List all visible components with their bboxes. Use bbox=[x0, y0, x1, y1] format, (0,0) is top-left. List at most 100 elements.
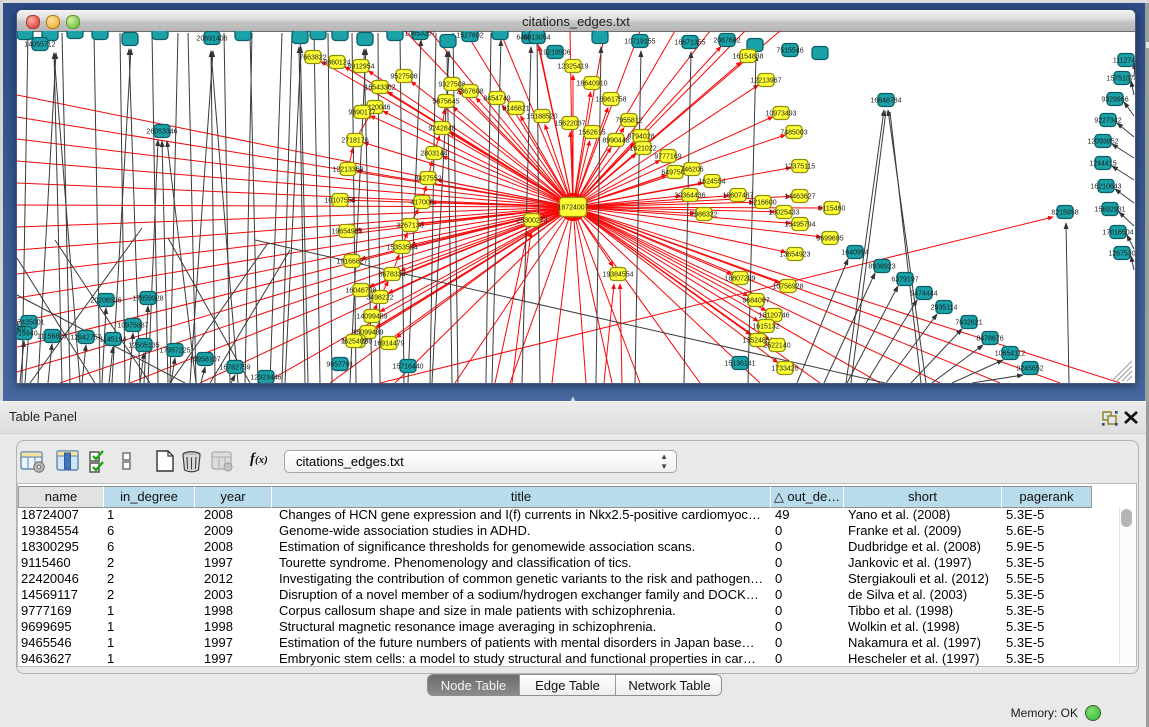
svg-text:14463627: 14463627 bbox=[784, 193, 815, 200]
svg-text:417006: 417006 bbox=[410, 199, 433, 206]
svg-text:15136141: 15136141 bbox=[724, 360, 755, 367]
svg-text:10025433: 10025433 bbox=[768, 209, 799, 216]
svg-text:1624554: 1624554 bbox=[698, 178, 725, 185]
svg-text:19654983: 19654983 bbox=[331, 228, 362, 235]
svg-text:1112740: 1112740 bbox=[1113, 57, 1135, 64]
svg-text:17859928: 17859928 bbox=[132, 295, 163, 302]
svg-text:9684067: 9684067 bbox=[742, 297, 769, 304]
svg-text:7986322: 7986322 bbox=[690, 211, 717, 218]
svg-text:12213967: 12213967 bbox=[750, 77, 781, 84]
svg-text:10853257: 10853257 bbox=[404, 31, 435, 37]
svg-text:17957225: 17957225 bbox=[159, 347, 190, 354]
svg-text:2367608: 2367608 bbox=[456, 88, 483, 95]
svg-text:14099489: 14099489 bbox=[356, 313, 387, 320]
svg-text:8912954: 8912954 bbox=[347, 63, 374, 70]
svg-text:2522140: 2522140 bbox=[763, 342, 790, 349]
svg-text:16782759: 16782759 bbox=[219, 364, 250, 371]
svg-text:15188520: 15188520 bbox=[526, 113, 557, 120]
svg-text:12942757: 12942757 bbox=[70, 334, 101, 341]
svg-text:15716440: 15716440 bbox=[392, 363, 423, 370]
svg-text:2718176: 2718176 bbox=[341, 137, 368, 144]
svg-text:7515546: 7515546 bbox=[776, 47, 803, 54]
svg-text:15692931: 15692931 bbox=[1094, 206, 1125, 213]
svg-text:20206536: 20206536 bbox=[90, 297, 121, 304]
svg-text:9329966: 9329966 bbox=[1101, 96, 1128, 103]
svg-text:9115460: 9115460 bbox=[819, 205, 846, 212]
svg-text:1145194: 1145194 bbox=[100, 336, 127, 343]
svg-text:2087682: 2087682 bbox=[713, 37, 740, 44]
svg-text:9657791: 9657791 bbox=[326, 361, 353, 368]
svg-text:16543362: 16543362 bbox=[364, 84, 395, 91]
svg-text:10756928: 10756928 bbox=[772, 283, 803, 290]
svg-text:16210643: 16210643 bbox=[1090, 183, 1121, 190]
svg-text:6216600: 6216600 bbox=[749, 199, 776, 206]
svg-text:746206: 746206 bbox=[680, 166, 703, 173]
svg-text:1733426: 1733426 bbox=[771, 365, 798, 372]
svg-text:9527508: 9527508 bbox=[390, 73, 417, 80]
svg-text:5875645: 5875645 bbox=[432, 98, 459, 105]
svg-text:7485003: 7485003 bbox=[780, 129, 807, 136]
svg-text:16154838: 16154838 bbox=[732, 53, 763, 60]
svg-text:6379197: 6379197 bbox=[891, 276, 918, 283]
svg-text:8813054: 8813054 bbox=[523, 34, 550, 41]
svg-text:10107553: 10107553 bbox=[324, 197, 355, 204]
svg-text:9699695: 9699695 bbox=[816, 235, 843, 242]
svg-text:7625402: 7625402 bbox=[340, 338, 367, 345]
svg-text:3498222: 3498222 bbox=[366, 294, 393, 301]
svg-text:1267530: 1267530 bbox=[1108, 250, 1135, 257]
svg-text:10719155: 10719155 bbox=[624, 38, 655, 45]
svg-text:7632621: 7632621 bbox=[955, 319, 982, 326]
svg-text:15622037: 15622037 bbox=[554, 120, 585, 127]
svg-text:20364436: 20364436 bbox=[674, 192, 705, 199]
svg-text:10751520: 10751520 bbox=[17, 325, 26, 332]
svg-text:16914479: 16914479 bbox=[373, 340, 404, 347]
svg-text:8938923: 8938923 bbox=[868, 263, 895, 270]
svg-text:8454749: 8454749 bbox=[483, 95, 510, 102]
svg-text:8990448: 8990448 bbox=[602, 137, 629, 144]
svg-text:12923446: 12923446 bbox=[250, 374, 281, 381]
svg-text:9242848: 9242848 bbox=[428, 125, 455, 132]
svg-text:17016504: 17016504 bbox=[1102, 229, 1133, 236]
svg-text:12093852: 12093852 bbox=[1087, 138, 1118, 145]
svg-text:12325419: 12325419 bbox=[557, 63, 588, 70]
svg-text:8427552: 8427552 bbox=[414, 175, 441, 182]
svg-text:16046798: 16046798 bbox=[345, 287, 376, 294]
svg-text:9890177: 9890177 bbox=[348, 109, 375, 116]
svg-text:20691406: 20691406 bbox=[196, 35, 227, 42]
svg-text:15353594: 15353594 bbox=[386, 244, 417, 251]
svg-text:19218506: 19218506 bbox=[539, 49, 570, 56]
svg-text:13654923: 13654923 bbox=[779, 251, 810, 258]
svg-text:10654112: 10654112 bbox=[995, 350, 1026, 357]
svg-text:19384554: 19384554 bbox=[602, 271, 633, 278]
svg-text:1562615: 1562615 bbox=[578, 129, 605, 136]
svg-text:16607487: 16607487 bbox=[722, 192, 753, 199]
svg-text:10973493: 10973493 bbox=[765, 110, 796, 117]
svg-text:3267130: 3267130 bbox=[396, 222, 423, 229]
svg-text:8215958: 8215958 bbox=[1051, 209, 1078, 216]
svg-text:16648784: 16648784 bbox=[870, 97, 901, 104]
svg-text:26053346: 26053346 bbox=[146, 128, 177, 135]
svg-text:1527602: 1527602 bbox=[456, 32, 483, 39]
svg-text:12213369: 12213369 bbox=[332, 166, 363, 173]
svg-text:13495794: 13495794 bbox=[784, 221, 815, 228]
svg-text:12375115: 12375115 bbox=[785, 163, 816, 170]
svg-text:9794028: 9794028 bbox=[627, 133, 654, 140]
svg-text:10975887: 10975887 bbox=[117, 322, 148, 329]
svg-text:25300273: 25300273 bbox=[516, 217, 547, 224]
svg-text:1615132: 1615132 bbox=[752, 323, 779, 330]
svg-text:9474444: 9474444 bbox=[910, 290, 937, 297]
svg-text:1621022: 1621022 bbox=[629, 145, 656, 152]
svg-text:11156829: 11156829 bbox=[37, 333, 67, 340]
svg-text:8678334: 8678334 bbox=[378, 271, 405, 278]
svg-text:7955812: 7955812 bbox=[615, 117, 642, 124]
svg-text:9227342: 9227342 bbox=[1094, 117, 1121, 124]
svg-text:1640954: 1640954 bbox=[841, 249, 868, 256]
svg-text:1244415: 1244415 bbox=[1089, 160, 1116, 167]
svg-text:9245652: 9245652 bbox=[1016, 365, 1043, 372]
svg-text:8478676: 8478676 bbox=[976, 335, 1003, 342]
svg-text:18640910: 18640910 bbox=[576, 80, 607, 87]
svg-text:16120746: 16120746 bbox=[758, 312, 789, 319]
svg-text:12505135: 12505135 bbox=[128, 342, 159, 349]
svg-text:9777169: 9777169 bbox=[654, 153, 681, 160]
svg-text:9146821: 9146821 bbox=[502, 105, 529, 112]
